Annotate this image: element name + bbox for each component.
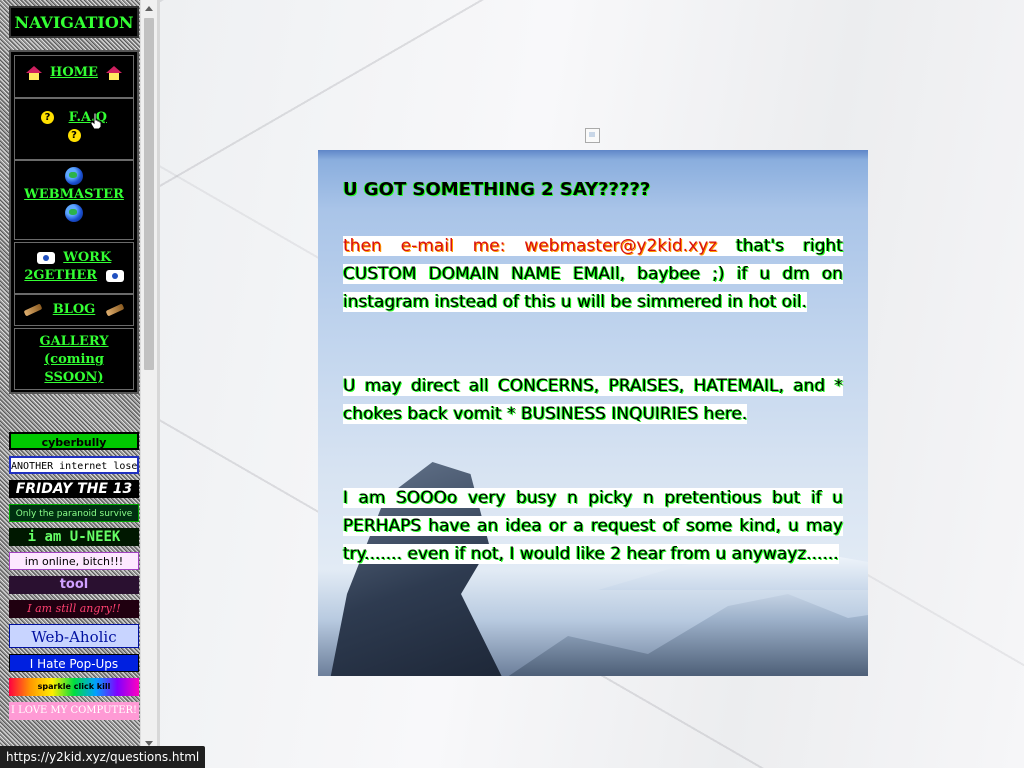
navigation-frame: NAVIGATION HOME ? F.A.Q ? WEBMASTER WORK… (0, 0, 157, 768)
globe-icon (65, 203, 83, 222)
nav-item-webmaster[interactable]: WEBMASTER (14, 160, 134, 240)
question-icon: ? (41, 111, 55, 124)
contact-paragraph: then e-mail me: webmaster@y2kid.xyz that… (343, 232, 843, 316)
scrollbar-thumb[interactable] (144, 18, 154, 370)
broken-image-icon (585, 128, 600, 143)
busy-paragraph: I am SOOOo very busy n picky n pretentio… (343, 484, 843, 568)
nav-item-faq[interactable]: ? F.A.Q ? (14, 98, 134, 160)
pen-icon (105, 302, 125, 317)
banner-cyberbully[interactable]: cyberbully (9, 432, 139, 450)
handshake-icon (105, 269, 124, 282)
banner-im-online[interactable]: im online, bitch!!! (9, 552, 139, 570)
nav-together-link[interactable]: 2GETHER (24, 268, 97, 283)
banner-hate-popups[interactable]: I Hate Pop-Ups (9, 654, 139, 672)
nav-item-work-together[interactable]: WORK 2GETHER (14, 242, 134, 294)
banner-tool[interactable]: tool (9, 576, 139, 594)
banner-internet-loser[interactable]: ANOTHER internet loser (9, 456, 139, 474)
nav-gallery-link-line2[interactable]: (coming (44, 352, 104, 367)
banner-rainbow[interactable]: sparkle click kill (9, 678, 139, 696)
inquiries-text: U may direct all CONCERNS, PRAISES, HATE… (343, 376, 843, 424)
house-icon (25, 65, 42, 80)
handshake-icon (36, 251, 55, 264)
content-panel: U GOT SOMETHING 2 SAY????? then e-mail m… (318, 150, 868, 676)
nav-item-home[interactable]: HOME (14, 55, 134, 98)
banner-still-angry[interactable]: I am still angry!! (9, 600, 139, 618)
banner-web-aholic[interactable]: Web-Aholic (9, 624, 139, 648)
banner-love-computer[interactable]: I LOVE MY COMPUTER! (9, 702, 139, 720)
nav-blog-link[interactable]: BLOG (53, 302, 96, 317)
scroll-up-arrow-icon[interactable] (145, 6, 153, 11)
globe-icon (65, 167, 83, 185)
busy-text: I am SOOOo very busy n picky n pretentio… (343, 488, 843, 564)
hand-cursor-icon (90, 112, 102, 130)
banner-paranoid[interactable]: Only the paranoid survive (9, 504, 139, 522)
banner-uneek[interactable]: i am U-NEEK (9, 528, 139, 546)
nav-header: NAVIGATION (9, 6, 139, 38)
house-icon (106, 65, 123, 80)
nav-item-gallery[interactable]: GALLERY (coming SSOON) (14, 328, 134, 390)
banner-friday-13[interactable]: FRIDAY THE 13 (9, 480, 139, 498)
nav-gallery-link[interactable]: GALLERY (39, 334, 108, 349)
nav-work-link[interactable]: WORK (63, 250, 111, 265)
nav-home-link[interactable]: HOME (50, 65, 98, 80)
email-address-text[interactable]: then e-mail me: webmaster@y2kid.xyz (343, 236, 717, 256)
nav-menu: HOME ? F.A.Q ? WEBMASTER WORK 2GETHER BL… (9, 50, 139, 394)
page-heading: U GOT SOMETHING 2 SAY????? (343, 179, 651, 200)
status-bar-url: https://y2kid.xyz/questions.html (0, 746, 206, 768)
inquiries-paragraph: U may direct all CONCERNS, PRAISES, HATE… (343, 372, 843, 428)
nav-scrollbar[interactable] (140, 0, 157, 768)
nav-webmaster-link[interactable]: WEBMASTER (24, 187, 124, 202)
pen-icon (23, 302, 43, 317)
question-icon: ? (67, 129, 81, 142)
nav-gallery-link-line3[interactable]: SSOON) (44, 370, 103, 385)
nav-item-blog[interactable]: BLOG (14, 294, 134, 326)
